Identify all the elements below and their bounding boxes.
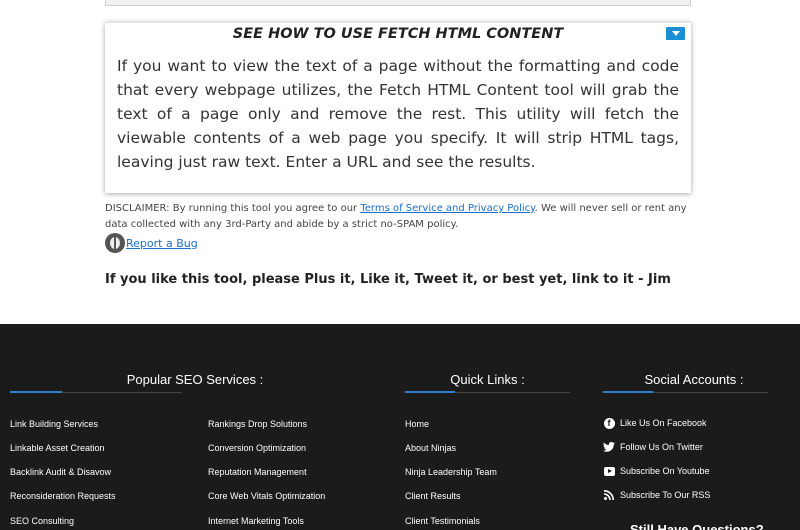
- how-to-toggle-button[interactable]: [666, 27, 685, 40]
- footer-link[interactable]: Core Web Vitals Optimization: [208, 491, 325, 501]
- chevron-down-icon: [672, 31, 680, 36]
- footer-link[interactable]: Backlink Audit & Disavow: [10, 467, 111, 477]
- social-accent: [603, 391, 653, 393]
- quick-link[interactable]: Client Results: [405, 491, 461, 501]
- questions-heading: Still Have Questions?: [630, 522, 764, 530]
- popular-accent: [10, 391, 62, 393]
- footer-link[interactable]: Internet Marketing Tools: [208, 516, 304, 526]
- social-label: Subscribe To Our RSS: [620, 490, 711, 500]
- disclaimer-text: DISCLAIMER: By running this tool you agr…: [105, 201, 695, 233]
- how-to-title[interactable]: SEE HOW TO USE FETCH HTML CONTENT: [105, 26, 691, 42]
- how-to-panel: SEE HOW TO USE FETCH HTML CONTENT If you…: [105, 22, 691, 193]
- quick-link[interactable]: Client Testimonials: [405, 516, 480, 526]
- social-youtube[interactable]: Subscribe On Youtube: [603, 465, 710, 477]
- quick-accent: [405, 391, 455, 393]
- social-label: Subscribe On Youtube: [620, 466, 710, 476]
- social-twitter[interactable]: Follow Us On Twitter: [603, 441, 703, 453]
- report-bug-row: Report a Bug: [105, 233, 198, 253]
- footer-link[interactable]: SEO Consulting: [10, 516, 74, 526]
- social-label: Like Us On Facebook: [620, 418, 707, 428]
- footer-link[interactable]: Link Building Services: [10, 419, 98, 429]
- quick-links-heading: Quick Links :: [450, 372, 525, 387]
- footer-link[interactable]: Rankings Drop Solutions: [208, 419, 307, 429]
- social-rss[interactable]: Subscribe To Our RSS: [603, 489, 710, 501]
- quick-link[interactable]: Home: [405, 419, 429, 429]
- social-accounts-heading: Social Accounts :: [644, 372, 744, 387]
- facebook-icon: f: [603, 417, 615, 429]
- social-facebook[interactable]: f Like Us On Facebook: [603, 417, 707, 429]
- disclaimer-prefix: DISCLAIMER: By running this tool you agr…: [105, 203, 361, 214]
- bug-icon[interactable]: [105, 233, 125, 253]
- quick-link[interactable]: About Ninjas: [405, 443, 456, 453]
- terms-link[interactable]: Terms of Service and Privacy Policy: [360, 203, 534, 214]
- footer-link[interactable]: Reconsideration Requests: [10, 491, 116, 501]
- share-message: If you like this tool, please Plus it, L…: [105, 272, 671, 287]
- youtube-icon: [603, 465, 615, 477]
- how-to-description: If you want to view the text of a page w…: [117, 57, 679, 171]
- footer-link[interactable]: Reputation Management: [208, 467, 307, 477]
- social-label: Follow Us On Twitter: [620, 442, 703, 452]
- site-footer: Popular SEO Services : Link Building Ser…: [0, 324, 800, 530]
- previous-panel-edge: [105, 0, 691, 6]
- quick-link[interactable]: Ninja Leadership Team: [405, 467, 497, 477]
- report-bug-link[interactable]: Report a Bug: [126, 237, 198, 250]
- footer-link[interactable]: Linkable Asset Creation: [10, 443, 105, 453]
- footer-link[interactable]: Conversion Optimization: [208, 443, 306, 453]
- rss-icon: [603, 489, 615, 501]
- popular-services-heading: Popular SEO Services :: [126, 372, 264, 387]
- twitter-icon: [603, 441, 615, 453]
